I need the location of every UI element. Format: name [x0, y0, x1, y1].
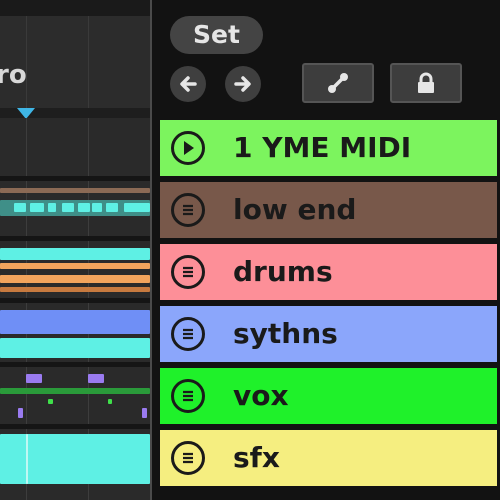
- nav-forward-button[interactable]: [225, 66, 261, 102]
- midi-note: [18, 408, 23, 418]
- track-header-sythns[interactable]: sythns: [160, 306, 497, 362]
- track-name: vox: [233, 379, 289, 412]
- lane-separator: [0, 176, 152, 181]
- menu-icon[interactable]: [171, 379, 205, 413]
- track-name: drums: [233, 255, 333, 288]
- track-name: low end: [233, 193, 357, 226]
- midi-note: [124, 203, 150, 212]
- lane-separator: [0, 424, 152, 429]
- track-name: sfx: [233, 441, 280, 474]
- play-icon[interactable]: [171, 131, 205, 165]
- lock-icon: [418, 72, 434, 93]
- locator-label[interactable]: ro: [0, 62, 27, 88]
- ruler-top-strip: [0, 0, 152, 16]
- lane-separator: [0, 236, 152, 241]
- midi-note: [78, 203, 90, 212]
- arrow-right-icon: [234, 76, 251, 92]
- arrangement-border: [150, 0, 152, 500]
- clip-sythns-cyan[interactable]: [0, 338, 150, 358]
- menu-icon[interactable]: [171, 317, 205, 351]
- nav-back-button[interactable]: [170, 66, 206, 102]
- midi-note: [106, 203, 118, 212]
- track-name: 1 YME MIDI: [233, 131, 412, 164]
- midi-note: [62, 203, 74, 212]
- lane-separator: [0, 362, 152, 367]
- midi-note: [142, 408, 147, 418]
- track-header-low-end[interactable]: low end: [160, 182, 497, 238]
- track-name: sythns: [233, 317, 338, 350]
- clip-vox[interactable]: [88, 374, 104, 383]
- midi-note: [108, 399, 112, 404]
- set-button[interactable]: Set: [170, 16, 263, 54]
- clip-drums-orange[interactable]: [0, 287, 150, 292]
- clip-drums-orange[interactable]: [0, 275, 150, 283]
- clip-vox[interactable]: [26, 374, 42, 383]
- midi-note: [14, 203, 26, 212]
- lock-button[interactable]: [390, 63, 462, 103]
- menu-icon[interactable]: [171, 441, 205, 475]
- timeline-ruler[interactable]: ro: [0, 0, 152, 108]
- clip-low-end-header[interactable]: [0, 188, 150, 193]
- lane-separator: [0, 298, 152, 303]
- link-button[interactable]: [302, 63, 374, 103]
- clip-boundary: [26, 434, 28, 484]
- track-header-drums[interactable]: drums: [160, 244, 497, 300]
- clip-sfx[interactable]: [0, 434, 150, 484]
- menu-icon[interactable]: [171, 193, 205, 227]
- arrow-left-icon: [180, 76, 197, 92]
- clip-drums-orange[interactable]: [0, 263, 150, 269]
- clip-drums[interactable]: [0, 248, 150, 260]
- link-icon: [328, 73, 348, 93]
- midi-note: [48, 399, 53, 404]
- clip-sythns[interactable]: [0, 310, 150, 334]
- clip-vox-strip[interactable]: [0, 388, 150, 394]
- menu-icon[interactable]: [171, 255, 205, 289]
- track-header-vox[interactable]: vox: [160, 368, 497, 424]
- midi-note: [30, 203, 44, 212]
- midi-note: [48, 203, 56, 212]
- track-header-sfx[interactable]: sfx: [160, 430, 497, 486]
- ruler-tick: [88, 16, 89, 108]
- midi-note: [92, 203, 102, 212]
- track-header-1-yme-midi[interactable]: 1 YME MIDI: [160, 120, 497, 176]
- arrangement-view[interactable]: ro: [0, 0, 152, 500]
